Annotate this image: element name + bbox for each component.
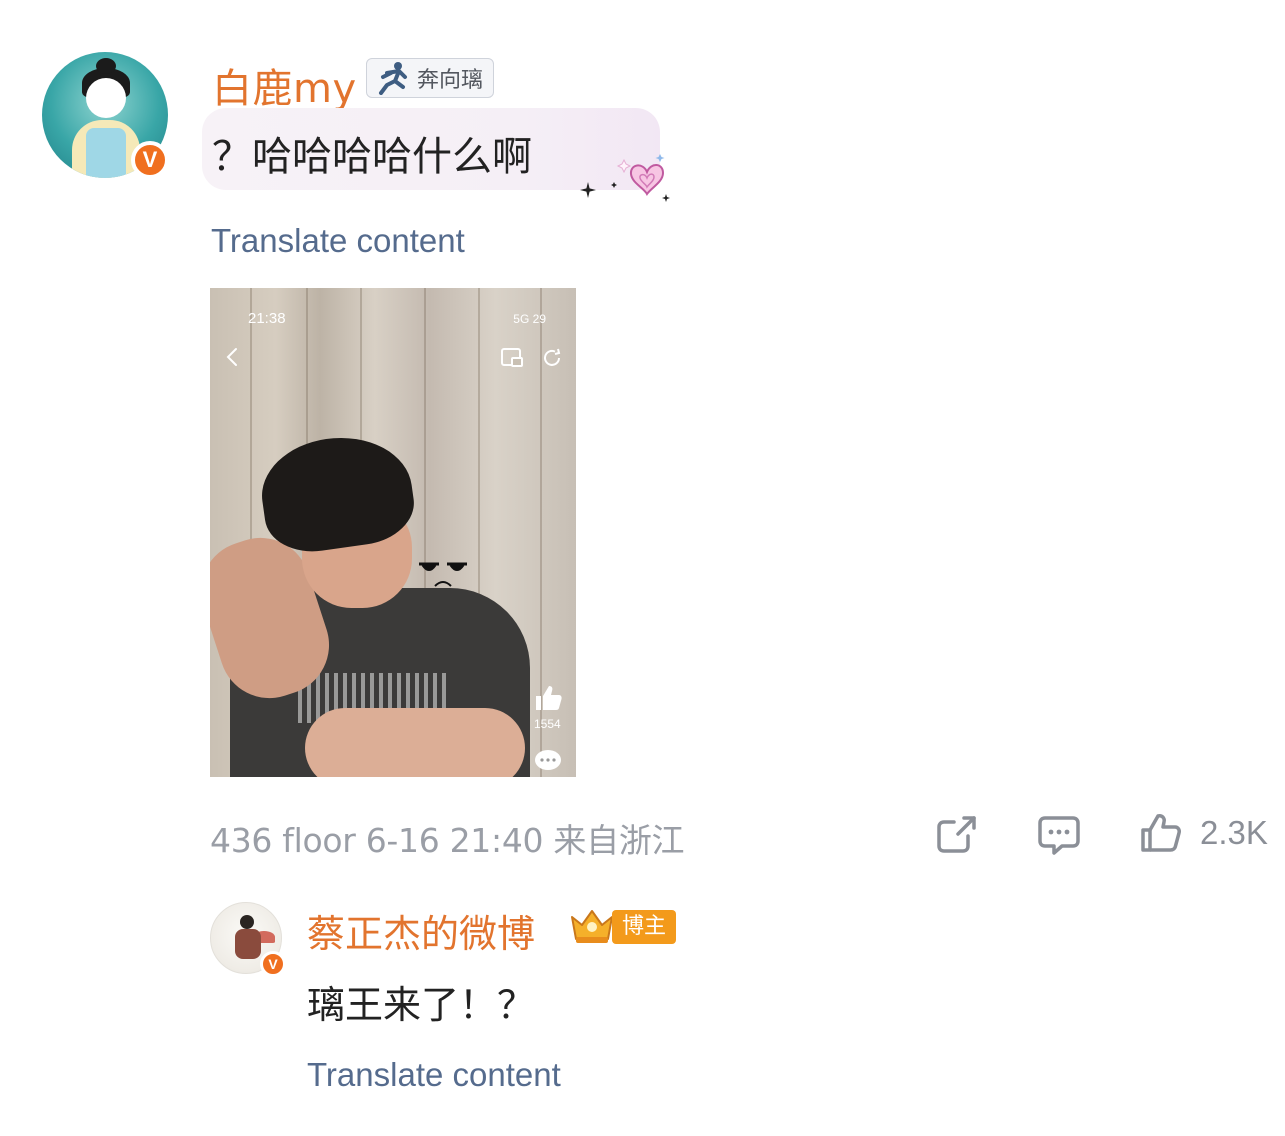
- image-like-count: 1554: [534, 717, 561, 731]
- runner-icon: [379, 62, 407, 95]
- heart-icon: [611, 154, 670, 202]
- username[interactable]: 白鹿my: [212, 56, 357, 114]
- like-icon: [536, 686, 562, 710]
- pip-icon: [501, 348, 523, 367]
- share-icon[interactable]: [934, 812, 980, 856]
- comment-icon: [535, 750, 561, 770]
- image-status-time: 21:38: [248, 310, 286, 327]
- image-status-network: 5G 29: [513, 312, 546, 326]
- emoji-face-icon: [419, 562, 467, 587]
- comment-location: 来自浙江: [553, 821, 685, 860]
- username[interactable]: 蔡正杰的微博: [307, 903, 535, 958]
- verified-badge: V: [260, 951, 286, 977]
- back-icon: [226, 348, 237, 366]
- translate-link[interactable]: Translate content: [211, 222, 465, 260]
- host-badge: 博主: [612, 910, 677, 944]
- crown-icon: [571, 910, 613, 943]
- verified-badge: V: [131, 141, 169, 179]
- comment-icon[interactable]: [1036, 812, 1082, 856]
- fan-tag[interactable]: 奔向璃: [366, 58, 495, 98]
- refresh-icon: [544, 348, 561, 366]
- translate-link[interactable]: Translate content: [307, 1056, 561, 1094]
- attached-image[interactable]: 21:38 5G 29 1554: [210, 288, 576, 777]
- floor-number: 436 floor: [210, 821, 356, 860]
- comment-meta: 436 floor 6-16 21:40 来自浙江: [210, 814, 685, 862]
- reply-text: 璃王来了！？: [307, 983, 536, 1027]
- like-icon[interactable]: [1138, 810, 1184, 856]
- sparkle-icon: [580, 182, 596, 198]
- comment-text: ？哈哈哈哈什么啊: [212, 134, 532, 180]
- comment-date: 6-16 21:40: [365, 821, 544, 860]
- like-count: 2.3K: [1200, 814, 1268, 851]
- fan-tag-label: 奔向璃: [417, 68, 484, 93]
